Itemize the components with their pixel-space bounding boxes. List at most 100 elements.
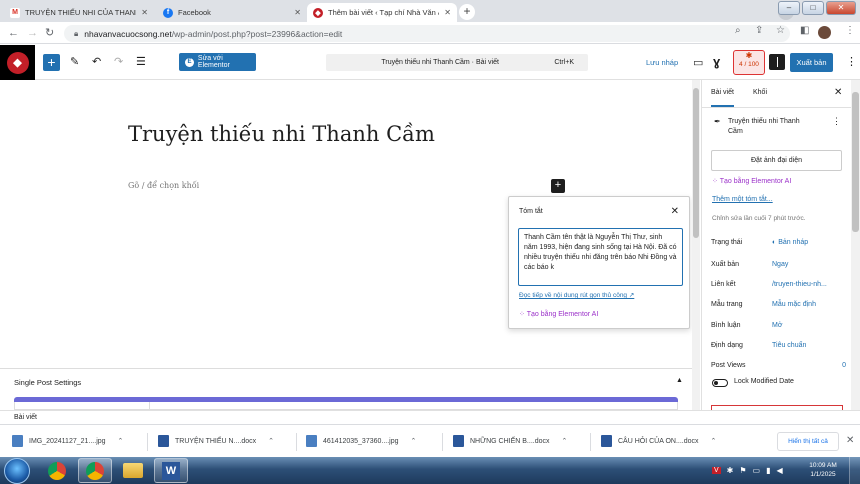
minimize-button[interactable]: – xyxy=(778,1,800,15)
post-views-value[interactable]: 0 xyxy=(842,362,846,369)
scroll-thumb[interactable] xyxy=(852,92,859,232)
row-label: Mẫu trang xyxy=(711,301,743,308)
chevron-up-icon[interactable]: ⌃ xyxy=(268,437,274,445)
tab-facebook[interactable]: f Facebook ✕ xyxy=(157,3,307,22)
chrome-menu-icon[interactable]: ⋮ xyxy=(845,25,855,36)
excerpt-learn-more-link[interactable]: Đọc tiếp về nội dung rút gọn thủ công ↗ xyxy=(519,291,634,299)
chevron-up-icon[interactable]: ⌃ xyxy=(411,437,417,445)
comments-value[interactable]: Mở xyxy=(772,322,782,329)
preview-icon[interactable]: ▭ xyxy=(693,56,703,69)
bluetooth-icon[interactable]: ✱ xyxy=(727,466,734,475)
tab-gmail[interactable]: M TRUYỆN THIẾU NHI CỦA THANH CẦ ✕ xyxy=(4,3,154,22)
chrome-taskbar-icon[interactable] xyxy=(40,458,74,483)
collapse-icon[interactable]: ▲ xyxy=(676,377,683,384)
options-menu-icon[interactable]: ⋮ xyxy=(846,55,857,68)
block-placeholder[interactable]: Gõ / để chọn khối xyxy=(128,181,199,190)
taskbar-clock[interactable]: 10:09 AM 1/1/2025 xyxy=(803,461,843,479)
status-value[interactable]: ◐ Bản nháp xyxy=(772,239,808,246)
elementor-ai-link[interactable]: ⁘ Tạo bằng Elementor AI xyxy=(519,310,598,318)
profile-avatar[interactable] xyxy=(818,26,831,39)
panel-title[interactable]: Single Post Settings xyxy=(14,378,81,387)
download-item[interactable]: TRUYỆN THIẾU N....docx ⌃ xyxy=(158,435,274,447)
antivirus-icon[interactable]: V xyxy=(712,466,721,474)
download-item[interactable]: 461412035_37360....jpg ⌃ xyxy=(306,435,416,447)
chevron-up-icon[interactable]: ⌃ xyxy=(118,437,124,445)
publish-button[interactable]: Xuất bản xyxy=(790,53,833,72)
forward-icon[interactable]: → xyxy=(27,26,38,40)
settings-sidebar-toggle[interactable] xyxy=(769,54,785,70)
chevron-up-icon[interactable]: ⌃ xyxy=(711,437,717,445)
display-icon[interactable]: ▭ xyxy=(753,466,761,475)
close-icon[interactable]: ✕ xyxy=(834,87,842,98)
publish-date-value[interactable]: Ngay xyxy=(772,261,788,268)
zoom-icon[interactable]: ⌕ xyxy=(735,25,741,36)
show-all-downloads-button[interactable]: Hiển thị tất cả xyxy=(777,432,839,451)
elementor-ai-link[interactable]: ⁘ Tạo bằng Elementor AI xyxy=(712,177,791,185)
close-tab-icon[interactable]: ✕ xyxy=(141,8,148,17)
excerpt-textarea[interactable]: Thanh Cầm tên thật là Nguyễn Thị Thư, si… xyxy=(518,228,683,286)
flag-icon[interactable]: ⚑ xyxy=(739,466,746,475)
chevron-up-icon[interactable]: ⌃ xyxy=(562,437,568,445)
close-icon[interactable]: ✕ xyxy=(671,206,679,217)
document-overview-icon[interactable]: ☰ xyxy=(136,55,146,68)
word-taskbar-icon[interactable]: W xyxy=(154,458,188,483)
feather-icon: ✒ xyxy=(714,117,721,126)
row-label: Định dạng xyxy=(711,342,743,349)
close-tab-icon[interactable]: ✕ xyxy=(294,8,301,17)
lock-modified-date-label: Lock Modified Date xyxy=(734,378,794,385)
reload-icon[interactable]: ↻ xyxy=(45,26,54,40)
tab-edit-post[interactable]: ◆ Thêm bài viết ‹ Tạp chí Nhà Văn & C ✕ xyxy=(307,3,457,22)
download-name: IMG_20241127_21....jpg xyxy=(29,437,106,445)
close-icon[interactable]: ✕ xyxy=(846,435,854,446)
undo-icon[interactable]: ↶ xyxy=(92,55,101,68)
site-logo[interactable]: ◆ xyxy=(0,45,35,80)
permalink-row: Liên kết /truyen-thieu-nh... xyxy=(711,281,846,288)
download-item[interactable]: NHỮNG CHIẾN B....docx ⌃ xyxy=(453,435,567,447)
address-bar[interactable]: 🔒︎ nhavanvacuocsong.net/wp-admin/post.ph… xyxy=(64,25,790,42)
add-block-button[interactable]: + xyxy=(43,54,60,71)
format-value[interactable]: Tiêu chuẩn xyxy=(772,342,806,349)
template-value[interactable]: Mẫu mặc định xyxy=(772,301,816,308)
download-item[interactable]: IMG_20241127_21....jpg ⌃ xyxy=(12,435,123,447)
new-tab-button[interactable]: + xyxy=(459,4,475,20)
command-palette-bar[interactable]: Truyện thiếu nhi Thanh Cầm · Bài viết Ct… xyxy=(326,54,588,71)
tab-block[interactable]: Khối xyxy=(753,89,767,96)
settings-content xyxy=(14,402,678,410)
share-icon[interactable]: ⇪ xyxy=(755,25,763,36)
settings-sidebar: Bài viết Khối ✕ ✒ Truyện thiếu nhi Thanh… xyxy=(701,80,852,411)
redo-icon[interactable]: ↷ xyxy=(114,55,123,68)
format-row: Định dạng Tiêu chuẩn xyxy=(711,342,846,349)
maximize-button[interactable]: □ xyxy=(802,1,824,15)
breadcrumb[interactable]: Bài viết xyxy=(14,414,37,421)
post-actions-icon[interactable]: ⋮ xyxy=(832,116,841,127)
publish-row: Xuất bản Ngay xyxy=(711,261,846,268)
seo-score-button[interactable]: ✱ 4 / 100 xyxy=(733,50,765,75)
bookmark-star-icon[interactable]: ☆ xyxy=(776,25,785,36)
inline-add-block-button[interactable]: + xyxy=(551,179,565,193)
pencil-tool-icon[interactable]: ✎ xyxy=(70,55,79,68)
close-window-button[interactable]: ✕ xyxy=(826,1,856,15)
back-icon[interactable]: ← xyxy=(8,26,19,40)
set-featured-image-button[interactable]: Đặt ảnh đại diện xyxy=(711,150,842,171)
save-draft-button[interactable]: Lưu nháp xyxy=(646,58,678,67)
network-icon[interactable]: ▮ xyxy=(766,466,770,475)
start-button[interactable] xyxy=(4,458,30,484)
chrome-active-taskbar-icon[interactable] xyxy=(78,458,112,483)
post-title[interactable]: Truyện thiếu nhi Thanh Cầm xyxy=(128,122,435,146)
show-desktop-button[interactable] xyxy=(849,457,860,484)
lock-modified-date-toggle[interactable] xyxy=(712,379,728,387)
permalink-value[interactable]: /truyen-thieu-nh... xyxy=(772,281,827,288)
download-item[interactable]: CÂU HỎI CỦA ON....docx ⌃ xyxy=(601,435,716,447)
editor-scrollbar[interactable] xyxy=(692,80,700,410)
explorer-taskbar-icon[interactable] xyxy=(116,458,150,483)
jetpack-icon[interactable]: ɣ xyxy=(713,54,720,69)
edit-with-elementor-button[interactable]: E Sửa với Elementor xyxy=(179,53,256,71)
sidebar-scrollbar[interactable] xyxy=(851,80,860,410)
volume-icon[interactable]: ◀ xyxy=(777,466,783,475)
scroll-thumb[interactable] xyxy=(693,88,699,238)
add-excerpt-link[interactable]: Thêm một tóm tắt... xyxy=(712,196,773,203)
close-tab-icon[interactable]: ✕ xyxy=(444,8,451,17)
side-panel-icon[interactable]: ◧ xyxy=(800,25,809,36)
post-summary-title: ✒ Truyện thiếu nhi Thanh Cầm xyxy=(714,117,816,137)
tab-post[interactable]: Bài viết xyxy=(711,89,734,107)
